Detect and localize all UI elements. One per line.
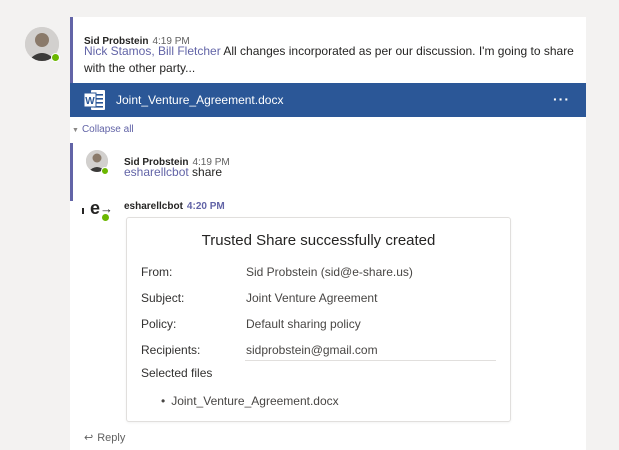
- file-attachment[interactable]: W Joint_Venture_Agreement.docx ···: [70, 83, 586, 117]
- presence-available-icon: [101, 213, 110, 222]
- svg-text:W: W: [85, 96, 95, 107]
- trusted-share-card: Trusted Share successfully created From:…: [126, 217, 511, 422]
- bot-mention-link[interactable]: esharellcbot: [124, 165, 189, 179]
- reply-label: Reply: [97, 432, 126, 444]
- reply-arrow-icon: ↩: [84, 432, 94, 444]
- row-value: sidprobstein@gmail.com: [246, 343, 378, 357]
- word-icon: W: [84, 90, 105, 110]
- row-label: Subject:: [141, 291, 185, 305]
- message-text-line2: with the other party...: [84, 61, 196, 75]
- row-value: Joint Venture Agreement: [246, 291, 378, 305]
- reply-body: esharellcbot share: [124, 164, 222, 181]
- collapse-all-label: Collapse all: [81, 124, 134, 135]
- collapse-triangle-icon: ▼: [72, 127, 79, 134]
- card-title: Trusted Share successfully created: [201, 232, 436, 249]
- reply-text: share: [188, 165, 223, 179]
- bot-time: 4:20 PM: [186, 201, 225, 212]
- bullet-icon: •: [161, 394, 166, 408]
- card-row-from: From: Sid Probstein (sid@e-share.us): [141, 265, 413, 279]
- row-label: Recipients:: [141, 343, 201, 357]
- row-value: Sid Probstein (sid@e-share.us): [246, 265, 413, 279]
- row-label: Policy:: [141, 317, 177, 331]
- card-divider: [245, 360, 496, 361]
- collapse-all-link[interactable]: ▼ Collapse all: [72, 124, 134, 135]
- bot-header: esharellcbot 4:20 PM: [124, 196, 225, 214]
- presence-available-icon: [51, 53, 60, 62]
- bot-author[interactable]: esharellcbot: [124, 201, 183, 212]
- selected-files-label: Selected files: [141, 366, 213, 380]
- bot-dot-icon: [82, 208, 84, 214]
- selected-file-name: Joint_Venture_Agreement.docx: [171, 394, 339, 408]
- reply-button[interactable]: ↩ Reply: [84, 431, 125, 444]
- row-label: From:: [141, 265, 173, 279]
- file-name[interactable]: Joint_Venture_Agreement.docx: [116, 93, 283, 107]
- reply-accent-bar: [70, 143, 73, 201]
- bot-logo-icon: e: [90, 198, 101, 218]
- card-row-policy: Policy: Default sharing policy: [141, 317, 361, 331]
- mention-link[interactable]: Nick Stamos, Bill Fletcher: [84, 44, 221, 58]
- card-row-recipients: Recipients: sidprobstein@gmail.com: [141, 343, 378, 357]
- card-row-subject: Subject: Joint Venture Agreement: [141, 291, 377, 305]
- conversation-thread: Sid Probstein 4:19 PM Nick Stamos, Bill F…: [70, 17, 586, 450]
- more-options-icon[interactable]: ···: [553, 91, 570, 107]
- thread-accent-bar: [70, 17, 73, 83]
- row-value: Default sharing policy: [246, 317, 361, 331]
- presence-available-icon: [101, 167, 109, 175]
- message-body: Nick Stamos, Bill Fletcher All changes i…: [84, 43, 574, 77]
- selected-file-item: • Joint_Venture_Agreement.docx: [161, 394, 339, 408]
- message-text: All changes incorporated as per our disc…: [220, 44, 574, 58]
